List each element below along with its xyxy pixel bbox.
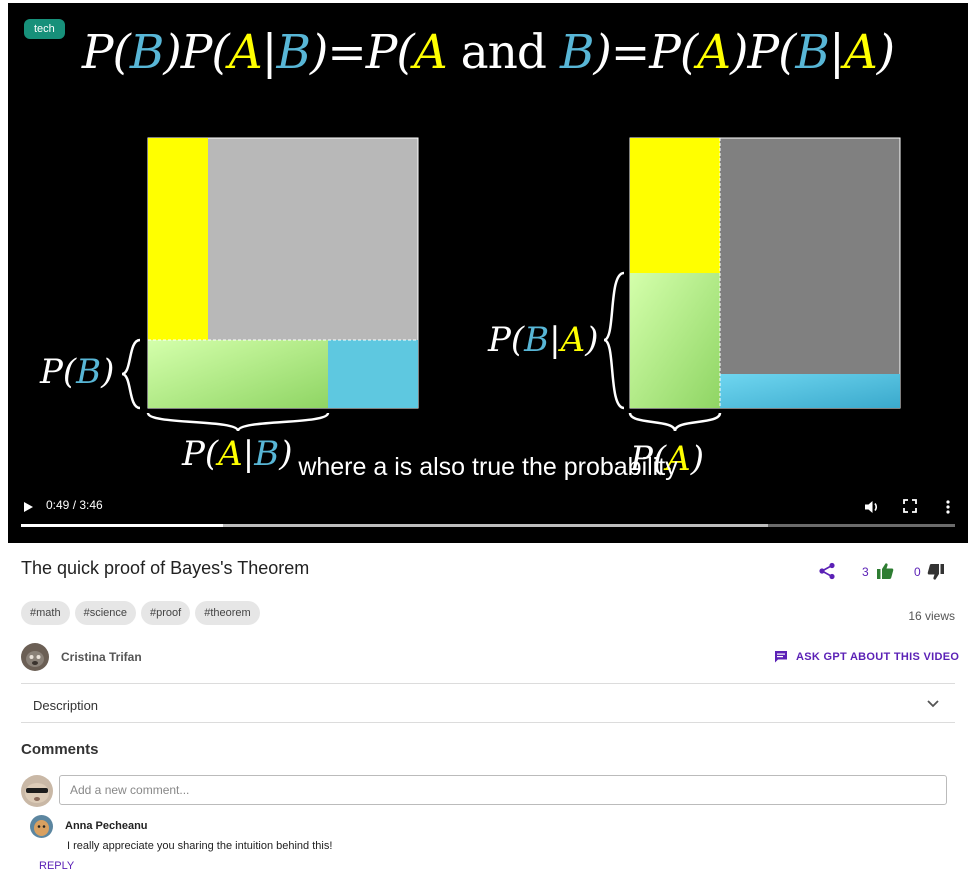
tag-chip-theorem[interactable]: #theorem — [195, 601, 260, 625]
dislike-count: 0 — [914, 565, 921, 579]
thumbs-down-icon[interactable] — [927, 563, 945, 581]
volume-icon[interactable] — [864, 499, 880, 515]
ask-gpt-label: ASK GPT ABOUT THIS VIDEO — [796, 651, 960, 663]
video-controls: 0:49 / 3:46 — [8, 493, 968, 543]
video-player[interactable]: tech P(B)P(A|B)=P(A and B)=P(A)P(B|A) P(… — [8, 3, 968, 543]
reply-button[interactable]: REPLY — [39, 860, 74, 872]
divider — [21, 722, 955, 723]
view-count: 16 views — [908, 609, 955, 623]
pba-label: P(B|A) — [487, 320, 598, 360]
share-icon[interactable] — [818, 562, 836, 580]
ask-gpt-button[interactable]: ASK GPT ABOUT THIS VIDEO — [774, 650, 959, 664]
tag-chip-math[interactable]: #math — [21, 601, 70, 625]
description-toggle[interactable]: Description — [33, 698, 98, 713]
time-display: 0:49 / 3:46 — [46, 498, 103, 512]
comments-heading: Comments — [21, 741, 99, 758]
comment-text: I really appreciate you sharing the intu… — [67, 840, 333, 852]
current-user-avatar — [21, 775, 53, 807]
comment-author[interactable]: Anna Pecheanu — [65, 820, 148, 832]
chevron-down-icon[interactable] — [926, 698, 940, 710]
left-square — [121, 137, 419, 432]
play-icon[interactable] — [22, 500, 34, 514]
progress-played — [21, 524, 224, 527]
tag-chip-proof[interactable]: #proof — [141, 601, 191, 625]
fullscreen-icon[interactable] — [903, 499, 917, 513]
commenter-avatar[interactable] — [30, 815, 53, 838]
divider — [21, 683, 955, 684]
video-title: The quick proof of Bayes's Theorem — [21, 558, 310, 578]
progress-bar[interactable] — [21, 524, 955, 527]
tag-list: #math #science #proof #theorem — [21, 601, 260, 625]
video-subtitle: where a is also true the probability — [298, 453, 678, 481]
author-avatar[interactable] — [21, 643, 49, 671]
pb-label: P(B) — [39, 352, 114, 392]
author-name[interactable]: Cristina Trifan — [61, 650, 142, 664]
more-options-icon[interactable] — [944, 498, 952, 516]
right-square — [603, 137, 901, 432]
comment-input[interactable] — [59, 775, 947, 805]
tag-chip-science[interactable]: #science — [74, 601, 136, 625]
chat-icon — [775, 651, 787, 663]
like-count: 3 — [862, 565, 869, 579]
thumbs-up-icon[interactable] — [876, 562, 894, 580]
